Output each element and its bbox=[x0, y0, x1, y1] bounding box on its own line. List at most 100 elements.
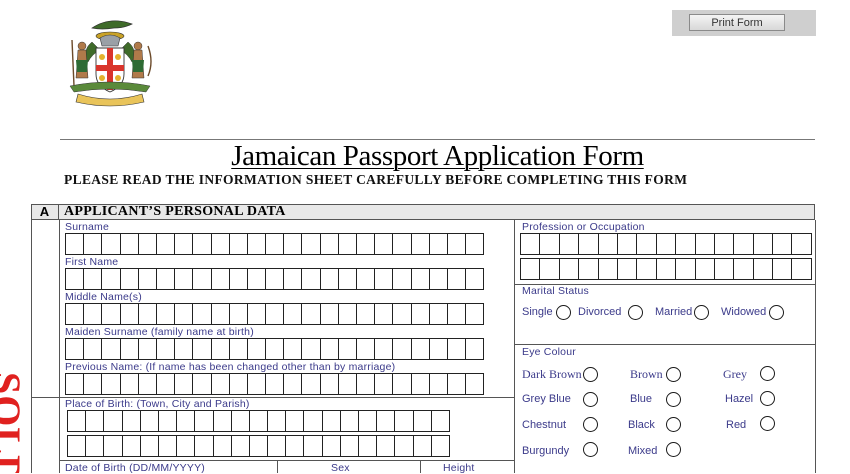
character-cell[interactable] bbox=[174, 373, 194, 395]
character-cell[interactable] bbox=[392, 373, 412, 395]
character-cell[interactable] bbox=[230, 435, 250, 457]
character-cell[interactable] bbox=[539, 258, 560, 280]
character-cell[interactable] bbox=[283, 233, 303, 255]
character-cell[interactable] bbox=[303, 410, 323, 432]
character-cell[interactable] bbox=[301, 373, 321, 395]
eye-brown-radio[interactable] bbox=[666, 367, 681, 382]
character-cell[interactable] bbox=[246, 338, 267, 360]
character-cell[interactable] bbox=[374, 303, 394, 325]
character-cell[interactable] bbox=[212, 410, 232, 432]
character-cell[interactable] bbox=[65, 268, 85, 290]
eye-chestnut-radio[interactable] bbox=[583, 417, 598, 432]
character-cell[interactable] bbox=[356, 373, 376, 395]
character-cell[interactable] bbox=[752, 233, 774, 255]
character-cell[interactable] bbox=[339, 435, 359, 457]
character-cell[interactable] bbox=[374, 338, 394, 360]
character-cell[interactable] bbox=[465, 268, 485, 290]
character-cell[interactable] bbox=[733, 258, 754, 280]
character-cell[interactable] bbox=[228, 373, 248, 395]
character-cell[interactable] bbox=[265, 373, 285, 395]
character-cell[interactable] bbox=[337, 338, 357, 360]
character-cell[interactable] bbox=[301, 338, 321, 360]
middle-names-field[interactable] bbox=[65, 303, 485, 325]
character-cell[interactable] bbox=[137, 338, 157, 360]
character-cell[interactable] bbox=[283, 373, 303, 395]
character-cell[interactable] bbox=[192, 338, 212, 360]
character-cell[interactable] bbox=[67, 435, 87, 457]
surname-field[interactable] bbox=[65, 233, 485, 255]
eye-grey-radio[interactable] bbox=[760, 366, 775, 381]
character-cell[interactable] bbox=[410, 233, 430, 255]
character-cell[interactable] bbox=[119, 268, 139, 290]
maiden-surname-field[interactable] bbox=[65, 338, 485, 360]
character-cell[interactable] bbox=[358, 410, 378, 432]
character-cell[interactable] bbox=[265, 303, 285, 325]
character-cell[interactable] bbox=[578, 258, 599, 280]
character-cell[interactable] bbox=[285, 410, 305, 432]
character-cell[interactable] bbox=[446, 303, 467, 325]
character-cell[interactable] bbox=[446, 373, 467, 395]
first-name-field[interactable] bbox=[65, 268, 485, 290]
character-cell[interactable] bbox=[558, 258, 580, 280]
character-cell[interactable] bbox=[246, 303, 267, 325]
character-cell[interactable] bbox=[465, 233, 485, 255]
character-cell[interactable] bbox=[192, 303, 212, 325]
character-cell[interactable] bbox=[412, 435, 432, 457]
character-cell[interactable] bbox=[65, 233, 85, 255]
character-cell[interactable] bbox=[174, 268, 194, 290]
character-cell[interactable] bbox=[83, 233, 103, 255]
character-cell[interactable] bbox=[194, 435, 214, 457]
character-cell[interactable] bbox=[119, 338, 139, 360]
character-cell[interactable] bbox=[356, 303, 376, 325]
character-cell[interactable] bbox=[374, 268, 394, 290]
character-cell[interactable] bbox=[791, 258, 812, 280]
eye-black-radio[interactable] bbox=[666, 417, 681, 432]
character-cell[interactable] bbox=[283, 268, 303, 290]
character-cell[interactable] bbox=[374, 373, 394, 395]
character-cell[interactable] bbox=[265, 233, 285, 255]
character-cell[interactable] bbox=[228, 338, 248, 360]
character-cell[interactable] bbox=[694, 233, 715, 255]
character-cell[interactable] bbox=[246, 268, 267, 290]
eye-grey-blue-radio[interactable] bbox=[583, 392, 598, 407]
character-cell[interactable] bbox=[137, 373, 157, 395]
character-cell[interactable] bbox=[356, 268, 376, 290]
character-cell[interactable] bbox=[155, 233, 176, 255]
character-cell[interactable] bbox=[694, 258, 715, 280]
character-cell[interactable] bbox=[210, 268, 230, 290]
character-cell[interactable] bbox=[339, 410, 359, 432]
character-cell[interactable] bbox=[155, 268, 176, 290]
character-cell[interactable] bbox=[337, 373, 357, 395]
profession-field-line-2[interactable] bbox=[520, 258, 812, 280]
character-cell[interactable] bbox=[83, 373, 103, 395]
previous-name-field[interactable] bbox=[65, 373, 485, 395]
character-cell[interactable] bbox=[103, 435, 123, 457]
character-cell[interactable] bbox=[446, 268, 467, 290]
character-cell[interactable] bbox=[192, 268, 212, 290]
character-cell[interactable] bbox=[283, 338, 303, 360]
character-cell[interactable] bbox=[83, 303, 103, 325]
eye-blue-radio[interactable] bbox=[666, 392, 681, 407]
character-cell[interactable] bbox=[301, 303, 321, 325]
character-cell[interactable] bbox=[394, 435, 414, 457]
character-cell[interactable] bbox=[319, 373, 339, 395]
character-cell[interactable] bbox=[392, 338, 412, 360]
print-form-button[interactable]: Print Form bbox=[689, 14, 785, 31]
character-cell[interactable] bbox=[392, 268, 412, 290]
marital-divorced-radio[interactable] bbox=[628, 305, 643, 320]
character-cell[interactable] bbox=[155, 373, 176, 395]
character-cell[interactable] bbox=[137, 268, 157, 290]
character-cell[interactable] bbox=[539, 233, 560, 255]
character-cell[interactable] bbox=[103, 410, 123, 432]
character-cell[interactable] bbox=[356, 338, 376, 360]
character-cell[interactable] bbox=[176, 435, 196, 457]
character-cell[interactable] bbox=[430, 435, 450, 457]
character-cell[interactable] bbox=[558, 233, 580, 255]
character-cell[interactable] bbox=[376, 435, 396, 457]
character-cell[interactable] bbox=[465, 373, 485, 395]
character-cell[interactable] bbox=[428, 303, 448, 325]
character-cell[interactable] bbox=[465, 338, 485, 360]
character-cell[interactable] bbox=[101, 233, 121, 255]
eye-red-radio[interactable] bbox=[760, 416, 775, 431]
character-cell[interactable] bbox=[155, 338, 176, 360]
